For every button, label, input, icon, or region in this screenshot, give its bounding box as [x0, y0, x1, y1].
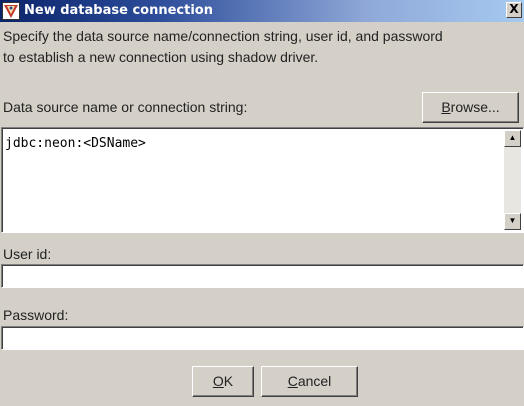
close-icon: X	[509, 2, 519, 16]
browse-label: rowse...	[450, 99, 500, 115]
cancel-button[interactable]: Cancel	[261, 366, 358, 397]
arrow-up-icon: ▲	[508, 133, 517, 142]
dsn-label: Data source name or connection string:	[3, 99, 248, 115]
browse-button[interactable]: Browse...	[422, 92, 519, 123]
password-label: Password:	[3, 307, 69, 323]
database-connection-icon	[2, 2, 20, 20]
cancel-mnemonic: C	[287, 373, 298, 389]
title-bar[interactable]: New database connection X	[0, 0, 524, 22]
ok-mnemonic: O	[212, 373, 224, 389]
window-title: New database connection	[24, 3, 213, 18]
cancel-label: ancel	[297, 373, 332, 389]
ok-button[interactable]: OK	[192, 366, 254, 397]
user-id-label: User id:	[3, 246, 52, 262]
close-button[interactable]: X	[506, 2, 522, 18]
arrow-down-icon: ▼	[508, 216, 517, 225]
dsn-scrollbar[interactable]: ▲ ▼	[504, 130, 521, 230]
browse-mnemonic: B	[441, 99, 451, 115]
password-input[interactable]	[1, 326, 524, 350]
dsn-textarea[interactable]: jdbc:neon:<DSName> ▲ ▼	[1, 127, 524, 233]
scroll-up-button[interactable]: ▲	[504, 130, 521, 147]
description-line-1: Specify the data source name/connection …	[3, 28, 443, 44]
description-text: Specify the data source name/connection …	[3, 26, 521, 68]
dsn-value: jdbc:neon:<DSName>	[5, 136, 146, 151]
ok-label: K	[223, 373, 234, 389]
user-id-input[interactable]	[1, 264, 524, 288]
scroll-down-button[interactable]: ▼	[504, 213, 521, 230]
description-line-2: to establish a new connection using shad…	[3, 49, 319, 65]
